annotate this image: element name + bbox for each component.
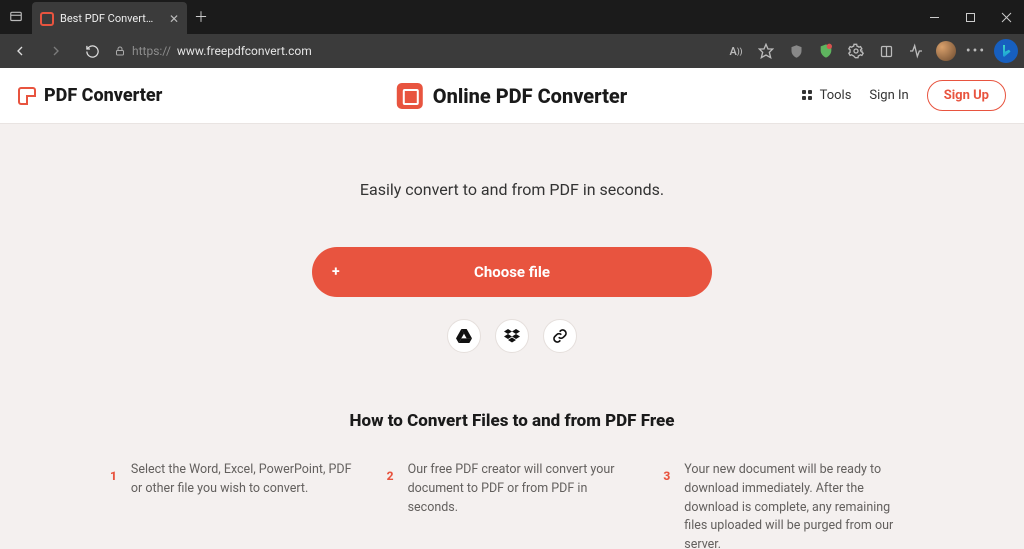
step-text: Our free PDF creator will convert your d… <box>408 461 638 549</box>
tab-actions-icon[interactable] <box>0 10 32 24</box>
window-minimize-button[interactable] <box>916 0 952 34</box>
browser-tab-active[interactable]: Best PDF Converter: Create, Convert ✕ <box>32 2 187 36</box>
dropbox-icon <box>504 329 520 343</box>
howto-step: 1 Select the Word, Excel, PowerPoint, PD… <box>110 461 361 549</box>
tools-menu[interactable]: Tools <box>802 88 852 103</box>
url-scheme: https:// <box>132 44 171 58</box>
window-close-button[interactable] <box>988 0 1024 34</box>
tab-title: Best PDF Converter: Create, Convert <box>60 12 155 25</box>
more-icon[interactable]: ••• <box>964 39 988 63</box>
apps-grid-icon <box>802 90 814 102</box>
google-drive-button[interactable] <box>447 319 481 353</box>
page-content: Easily convert to and from PDF in second… <box>0 124 1024 549</box>
dropbox-button[interactable] <box>495 319 529 353</box>
link-icon <box>552 328 568 344</box>
step-number: 3 <box>663 469 670 549</box>
page-title-group: Online PDF Converter <box>397 83 627 109</box>
tab-close-icon[interactable]: ✕ <box>169 12 179 26</box>
plus-icon: + <box>332 264 340 280</box>
window-maximize-button[interactable] <box>952 0 988 34</box>
step-text: Your new document will be ready to downl… <box>684 461 914 549</box>
url-field[interactable]: https:// www.freepdfconvert.com <box>114 44 318 58</box>
read-aloud-icon[interactable]: A)) <box>724 39 748 63</box>
howto-step: 2 Our free PDF creator will convert your… <box>387 461 638 549</box>
howto-heading: How to Convert Files to and from PDF Fre… <box>0 411 1024 431</box>
collections-icon[interactable] <box>874 39 898 63</box>
choose-file-label: Choose file <box>474 263 550 281</box>
url-button[interactable] <box>543 319 577 353</box>
performance-icon[interactable] <box>904 39 928 63</box>
window-titlebar: Best PDF Converter: Create, Convert ✕ ＋ <box>0 0 1024 34</box>
shield-icon[interactable] <box>784 39 808 63</box>
tagline: Easily convert to and from PDF in second… <box>0 180 1024 199</box>
choose-file-button[interactable]: + Choose file <box>312 247 712 297</box>
tools-label: Tools <box>820 88 852 103</box>
page-logo-icon <box>397 83 423 109</box>
url-host: www.freepdfconvert.com <box>177 44 312 58</box>
tab-favicon <box>40 12 54 26</box>
step-text: Select the Word, Excel, PowerPoint, PDF … <box>131 461 361 549</box>
site-header: PDF Converter Online PDF Converter Tools… <box>0 68 1024 124</box>
back-button[interactable] <box>6 37 34 65</box>
lock-icon <box>114 45 126 57</box>
signup-button[interactable]: Sign Up <box>927 80 1006 111</box>
new-tab-button[interactable]: ＋ <box>187 7 215 27</box>
profile-avatar[interactable] <box>934 39 958 63</box>
howto-step: 3 Your new document will be ready to dow… <box>663 461 914 549</box>
extension-shield-icon[interactable] <box>814 39 838 63</box>
browser-addressbar: https:// www.freepdfconvert.com A)) ••• <box>0 34 1024 68</box>
file-source-row <box>0 319 1024 353</box>
brand-logo-icon <box>18 87 36 105</box>
step-number: 1 <box>110 469 117 549</box>
brand-text: PDF Converter <box>44 85 162 106</box>
howto-section: How to Convert Files to and from PDF Fre… <box>0 411 1024 549</box>
google-drive-icon <box>456 329 472 343</box>
page-title: Online PDF Converter <box>433 84 627 108</box>
forward-button <box>42 37 70 65</box>
refresh-button[interactable] <box>78 37 106 65</box>
settings-icon[interactable] <box>844 39 868 63</box>
favorite-icon[interactable] <box>754 39 778 63</box>
step-number: 2 <box>387 469 394 549</box>
signin-link[interactable]: Sign In <box>869 88 908 103</box>
brand-link[interactable]: PDF Converter <box>18 85 162 106</box>
bing-chat-icon[interactable] <box>994 39 1018 63</box>
